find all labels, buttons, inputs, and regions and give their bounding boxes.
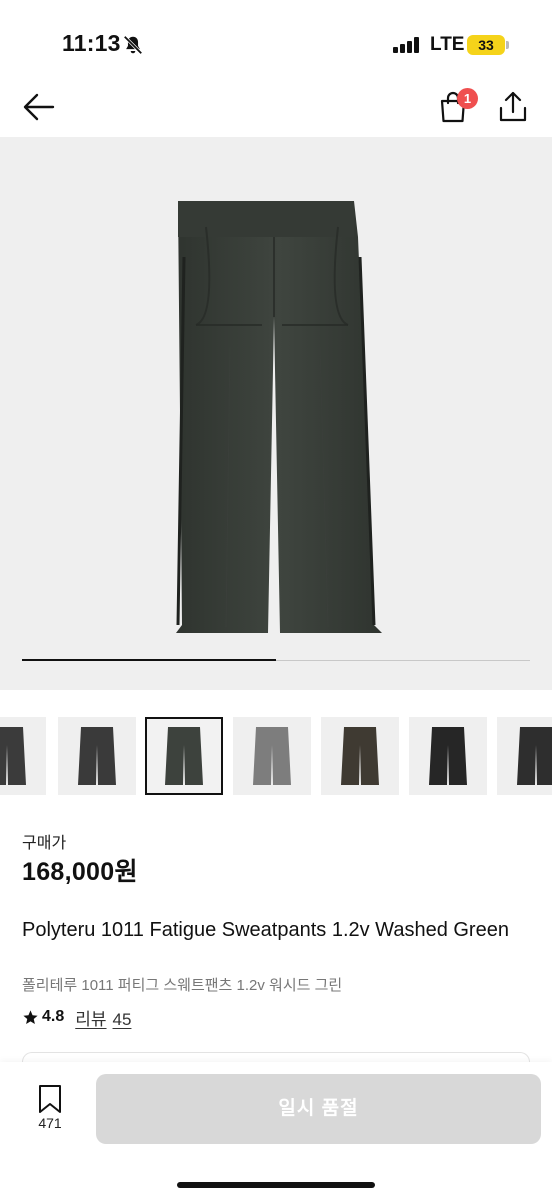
product-title-korean: 폴리테루 1011 퍼티그 스웨트팬츠 1.2v 워시드 그린	[22, 977, 343, 994]
price-label: 구매가	[22, 835, 67, 852]
reviews-label: 리뷰	[75, 1009, 107, 1029]
cellular-signal-icon	[393, 37, 419, 53]
rating-value: 4.8	[42, 1008, 65, 1025]
thumbnail-1[interactable]	[0, 717, 46, 795]
thumbnail-image	[0, 727, 26, 785]
top-nav: 1	[0, 80, 552, 136]
thumbnail-image	[429, 727, 467, 785]
thumbnail-image	[78, 727, 116, 785]
thumbnail-5[interactable]	[321, 717, 399, 795]
battery-level: 33	[467, 35, 505, 55]
arrow-left-icon[interactable]	[22, 92, 56, 122]
thumbnail-image	[517, 727, 552, 785]
bell-slash-icon	[123, 35, 143, 55]
status-time: 11:13	[62, 30, 121, 56]
thumbnail-4[interactable]	[233, 717, 311, 795]
network-type: LTE	[430, 34, 465, 55]
carousel-progress-indicator	[22, 659, 276, 661]
thumbnail-image	[165, 727, 203, 785]
status-bar: 11:13 LTE 33	[0, 0, 552, 80]
share-icon[interactable]	[497, 90, 529, 124]
thumbnail-6[interactable]	[409, 717, 487, 795]
rating-row: 4.8 리뷰 45	[22, 1005, 131, 1030]
thumbnail-strip[interactable]	[0, 717, 552, 795]
product-title: Polyteru 1011 Fatigue Sweatpants 1.2v Wa…	[22, 919, 509, 941]
star-icon	[23, 1009, 38, 1024]
battery-tip	[506, 41, 509, 49]
bottom-action-bar: 471 일시 품절	[0, 1062, 552, 1200]
thumbnail-3-selected[interactable]	[145, 717, 223, 795]
price-value: 168,000원	[22, 858, 138, 886]
home-indicator	[177, 1182, 375, 1188]
thumbnail-image	[341, 727, 379, 785]
reviews-link[interactable]: 리뷰 45	[75, 1005, 131, 1030]
reviews-count: 45	[112, 1009, 132, 1029]
bookmark-button[interactable]: 471	[30, 1082, 70, 1136]
bookmark-icon	[39, 1085, 61, 1113]
product-image-carousel[interactable]	[0, 137, 552, 690]
cart-count-badge: 1	[457, 88, 478, 109]
sold-out-button[interactable]: 일시 품절	[96, 1074, 541, 1144]
product-image	[176, 201, 382, 633]
thumbnail-2[interactable]	[58, 717, 136, 795]
thumbnail-7[interactable]	[497, 717, 552, 795]
thumbnail-image	[253, 727, 291, 785]
bookmark-count: 471	[38, 1115, 62, 1131]
